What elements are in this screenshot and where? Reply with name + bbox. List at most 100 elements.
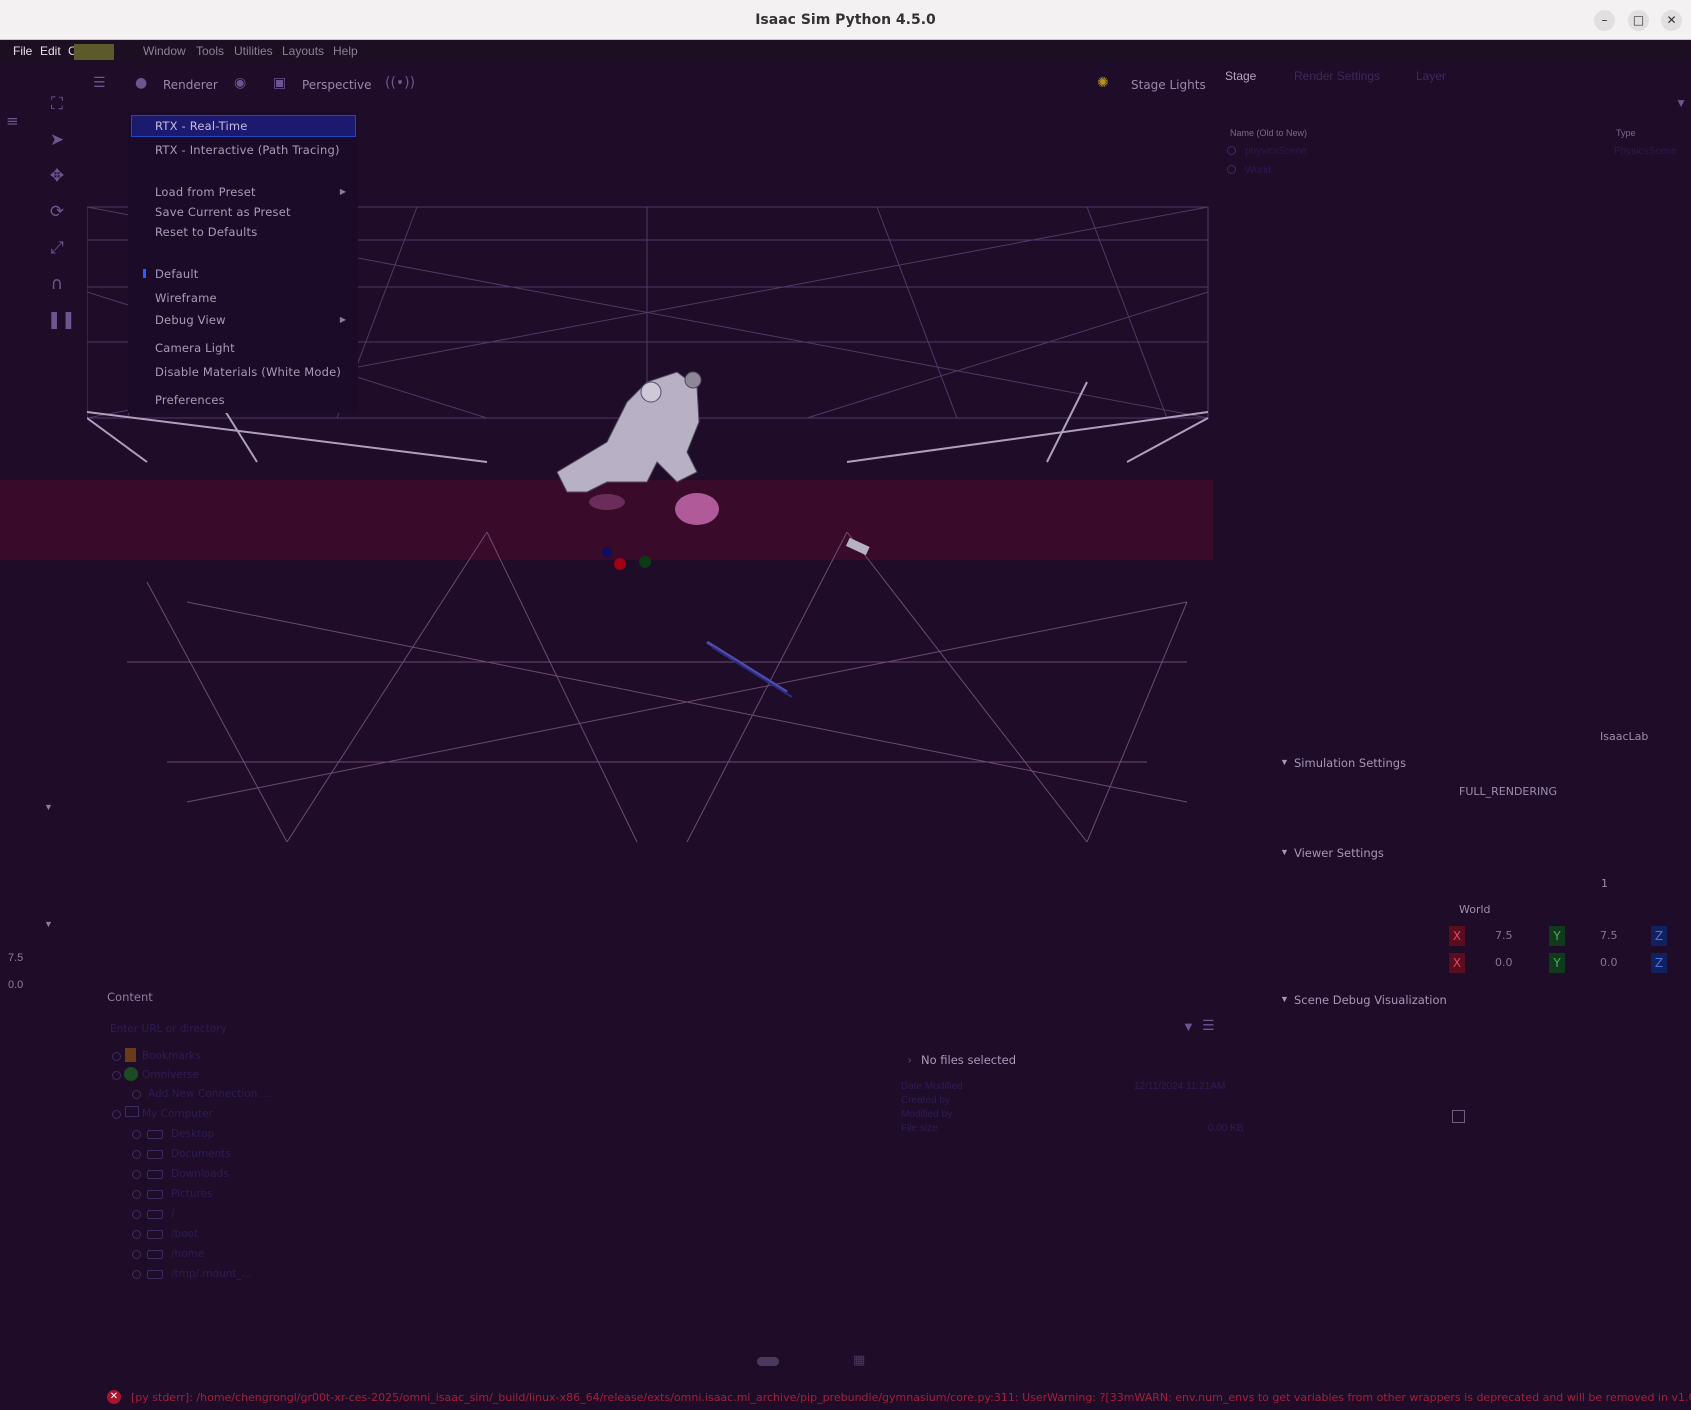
broadcast-icon[interactable]: ((•)) [385, 75, 415, 91]
menu-preferences[interactable]: Preferences [155, 393, 225, 407]
tree-root[interactable]: / [171, 1208, 175, 1220]
menu-file[interactable]: File [13, 44, 32, 58]
menu-help[interactable]: Help [333, 44, 358, 58]
menu-wireframe[interactable]: Wireframe [155, 291, 217, 305]
tree-downloads[interactable]: Downloads [171, 1168, 229, 1180]
expand-icon[interactable] [112, 1052, 121, 1061]
grid-view-icon[interactable]: ▦ [853, 1353, 865, 1368]
tree-bookmarks[interactable]: Bookmarks [142, 1050, 201, 1062]
lookat-x-value[interactable]: 0.0 [1495, 956, 1513, 969]
window-title: Isaac Sim Python 4.5.0 [755, 12, 936, 28]
origin-value[interactable]: World [1459, 903, 1491, 916]
expand-icon[interactable] [132, 1210, 141, 1219]
tree-pictures[interactable]: Pictures [171, 1188, 213, 1200]
tree-row-world[interactable]: World [1245, 165, 1271, 176]
expand-icon[interactable] [1227, 146, 1236, 155]
move-icon[interactable]: ✥ [47, 166, 67, 186]
eye-x-value[interactable]: 7.5 [1495, 929, 1513, 942]
add-icon[interactable] [132, 1090, 141, 1099]
tree-my-computer[interactable]: My Computer [142, 1108, 213, 1120]
menu-disable-materials[interactable]: Disable Materials (White Mode) [155, 365, 341, 379]
tree-add-connection[interactable]: Add New Connection ... [148, 1088, 271, 1100]
menu-default[interactable]: Default [155, 267, 198, 281]
pause-icon[interactable]: ❚❚ [47, 310, 76, 330]
maximize-button[interactable]: □ [1628, 10, 1649, 31]
expand-icon[interactable] [132, 1150, 141, 1159]
scene-debug-header[interactable]: Scene Debug Visualization [1294, 993, 1447, 1007]
tree-home[interactable]: /home [171, 1248, 204, 1260]
stage-lights-button[interactable]: Stage Lights [1131, 78, 1206, 92]
collapse-icon[interactable]: ▼ [1280, 757, 1289, 767]
select-arrow-icon[interactable]: ➤ [47, 130, 67, 150]
expand-icon[interactable] [132, 1190, 141, 1199]
rotate-icon[interactable]: ⟳ [47, 202, 67, 222]
close-button[interactable]: ✕ [1661, 10, 1682, 31]
sun-icon[interactable]: ✺ [1097, 75, 1109, 91]
menu-debug-view[interactable]: Debug View [155, 313, 226, 327]
menu-load-preset[interactable]: Load from Preset [155, 185, 256, 199]
viewer-value[interactable]: 1 [1601, 877, 1608, 890]
hamburger-icon[interactable]: ≡ [6, 112, 19, 130]
menu-rtx-pathtracing[interactable]: RTX - Interactive (Path Tracing) [155, 143, 340, 157]
tree-boot[interactable]: /boot [171, 1228, 198, 1240]
renderer-bulb-icon[interactable]: ● [135, 75, 147, 91]
collapse-icon[interactable]: ▼ [1280, 847, 1289, 857]
omniverse-icon [124, 1067, 138, 1081]
path-input[interactable]: Enter URL or directory [110, 1023, 227, 1035]
tree-omniverse[interactable]: Omniverse [142, 1069, 199, 1081]
tab-stage[interactable]: Stage [1225, 69, 1256, 83]
expand-icon[interactable] [132, 1270, 141, 1279]
collapse-icon[interactable]: ▼ [1280, 994, 1289, 1004]
expand-icon[interactable] [132, 1230, 141, 1239]
column-type[interactable]: Type [1616, 128, 1636, 138]
camera-perspective-button[interactable]: Perspective [302, 78, 372, 92]
menu-reset-defaults[interactable]: Reset to Defaults [155, 225, 257, 239]
settings-sliders-icon[interactable]: ☰ [93, 75, 106, 91]
menu-utilities[interactable]: Utilities [234, 44, 273, 58]
tab-layer[interactable]: Layer [1416, 69, 1446, 83]
minimize-button[interactable]: – [1594, 10, 1615, 31]
lookat-x-label: X [1449, 953, 1465, 973]
detail-created-by: Created by [901, 1095, 950, 1106]
column-name[interactable]: Name (Old to New) [1230, 128, 1307, 138]
collapse-triangle-icon[interactable]: ▼ [44, 919, 53, 929]
tree-mount[interactable]: /tmp/.mount_... [171, 1268, 252, 1280]
tree-documents[interactable]: Documents [171, 1148, 231, 1160]
snap-magnet-icon[interactable]: ∩ [47, 274, 67, 294]
filter-icon[interactable]: ▼ [1675, 96, 1687, 110]
camera-icon[interactable]: ▣ [273, 75, 286, 91]
menu-window[interactable]: Window [143, 44, 186, 58]
menu-layouts[interactable]: Layouts [282, 44, 324, 58]
slider-toggle-icon[interactable] [757, 1357, 779, 1366]
scale-icon[interactable]: ⤢ [47, 238, 67, 258]
expand-icon[interactable] [112, 1071, 121, 1080]
menu-camera-light[interactable]: Camera Light [155, 341, 235, 355]
detail-modified-by: Modified by [901, 1109, 953, 1120]
status-message[interactable]: [py stderr]: /home/chengrongl/gr00t-xr-c… [131, 1391, 1691, 1404]
menu-rtx-realtime[interactable]: RTX - Real-Time [155, 119, 248, 133]
expand-icon[interactable] [132, 1130, 141, 1139]
list-view-icon[interactable]: ☰ [1202, 1018, 1215, 1034]
menu-edit[interactable]: Edit [40, 44, 61, 58]
eye-y-value[interactable]: 7.5 [1600, 929, 1618, 942]
menu-tools[interactable]: Tools [196, 44, 224, 58]
expand-icon[interactable] [132, 1170, 141, 1179]
eye-icon[interactable]: ◉ [234, 75, 246, 91]
tree-desktop[interactable]: Desktop [171, 1128, 214, 1140]
render-mode-value[interactable]: FULL_RENDERING [1459, 785, 1557, 798]
viewer-settings-header[interactable]: Viewer Settings [1294, 846, 1384, 860]
filter-icon[interactable]: ▼ [1182, 1019, 1195, 1034]
status-bar: ✕ [py stderr]: /home/chengrongl/gr00t-xr… [0, 1385, 1691, 1410]
expand-icon[interactable] [1227, 165, 1236, 174]
lookat-y-value[interactable]: 0.0 [1600, 956, 1618, 969]
menu-save-preset[interactable]: Save Current as Preset [155, 205, 291, 219]
frame-icon[interactable]: ⛶ [47, 94, 67, 114]
tab-render-settings[interactable]: Render Settings [1294, 69, 1380, 83]
collapse-triangle-icon[interactable]: ▼ [44, 802, 53, 812]
debug-checkbox[interactable] [1452, 1110, 1465, 1123]
expand-icon[interactable] [112, 1110, 121, 1119]
expand-icon[interactable] [132, 1250, 141, 1259]
tree-row-physics[interactable]: physicsScene [1245, 146, 1307, 157]
renderer-menu-button[interactable]: Renderer [163, 78, 218, 92]
simulation-settings-header[interactable]: Simulation Settings [1294, 756, 1406, 770]
